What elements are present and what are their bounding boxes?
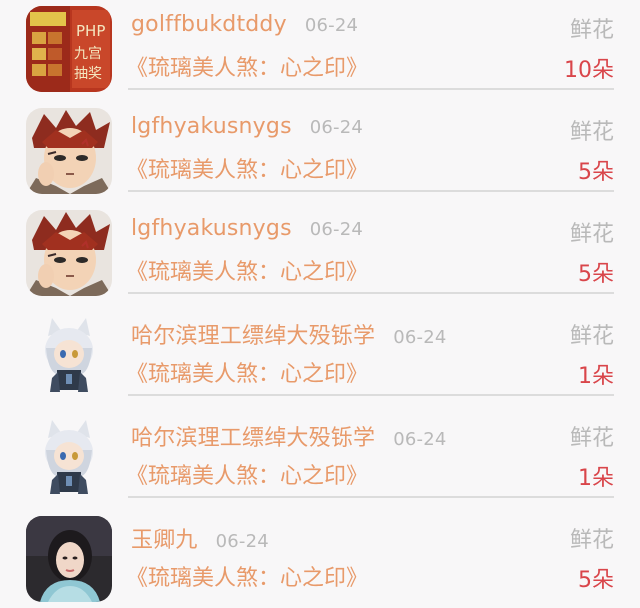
user-name-text[interactable]: 玉卿九 xyxy=(131,528,198,553)
gift-type: 鲜花 xyxy=(569,426,614,451)
gift-count: 5朵 xyxy=(578,262,614,287)
gift-type: 鲜花 xyxy=(569,120,614,145)
user-name[interactable]: 玉卿九 06-24 xyxy=(131,522,269,554)
gift-date: 06-24 xyxy=(309,117,364,138)
gift-count: 5朵 xyxy=(578,568,614,593)
divider xyxy=(128,88,614,90)
php-banner-avatar-icon: PHP 九宫 抽奖 xyxy=(26,6,112,92)
user-name-text[interactable]: lgfhyakusnygs xyxy=(131,216,292,241)
gift-type: 鲜花 xyxy=(569,324,614,349)
gift-count: 5朵 xyxy=(578,160,614,185)
gift-date: 06-24 xyxy=(393,429,447,450)
svg-text:PHP: PHP xyxy=(76,22,105,40)
user-name-text[interactable]: lgfhyakusnygs xyxy=(131,114,292,139)
gift-record-list: PHP 九宫 抽奖 golffbukdtddy 06-24 鲜花 《琉璃美人煞：心… xyxy=(0,0,640,608)
chibi-foxgirl-avatar-icon xyxy=(26,414,112,500)
book-title[interactable]: 《琉璃美人煞：心之印》 xyxy=(126,458,368,490)
list-item[interactable]: lgfhyakusnygs 06-24 鲜花 《琉璃美人煞：心之印》 5朵 xyxy=(0,204,640,306)
user-name-text[interactable]: 哈尔滨理工缥绰大殁铄学 xyxy=(131,426,375,451)
gift-date: 06-24 xyxy=(215,531,269,552)
gift-type: 鲜花 xyxy=(569,222,614,247)
divider xyxy=(128,190,614,192)
book-title[interactable]: 《琉璃美人煞：心之印》 xyxy=(126,152,368,184)
avatar[interactable] xyxy=(26,516,112,602)
gift-date: 06-24 xyxy=(304,15,359,36)
avatar[interactable] xyxy=(26,210,112,296)
gift-type: 鲜花 xyxy=(569,528,614,553)
avatar[interactable] xyxy=(26,108,112,194)
chibi-foxgirl-avatar-icon xyxy=(26,312,112,398)
list-item[interactable]: lgfhyakusnygs 06-24 鲜花 《琉璃美人煞：心之印》 5朵 xyxy=(0,102,640,204)
anime-redhair-avatar-icon xyxy=(26,210,112,296)
avatar[interactable] xyxy=(26,312,112,398)
avatar[interactable] xyxy=(26,414,112,500)
gift-count: 1朵 xyxy=(578,364,614,389)
divider xyxy=(128,394,614,396)
list-item[interactable]: 玉卿九 06-24 鲜花 《琉璃美人煞：心之印》 5朵 xyxy=(0,510,640,608)
list-item[interactable]: 哈尔滨理工缥绰大殁铄学 06-24 鲜花 《琉璃美人煞：心之印》 1朵 xyxy=(0,306,640,408)
user-name-text[interactable]: golffbukdtddy xyxy=(131,12,287,37)
anime-redhair-avatar-icon xyxy=(26,108,112,194)
book-title[interactable]: 《琉璃美人煞：心之印》 xyxy=(126,560,368,592)
avatar[interactable]: PHP 九宫 抽奖 xyxy=(26,6,112,92)
user-name[interactable]: golffbukdtddy 06-24 xyxy=(131,12,358,37)
list-item[interactable]: 哈尔滨理工缥绰大殁铄学 06-24 鲜花 《琉璃美人煞：心之印》 1朵 xyxy=(0,408,640,510)
user-name-text[interactable]: 哈尔滨理工缥绰大殁铄学 xyxy=(131,324,375,349)
user-name[interactable]: lgfhyakusnygs 06-24 xyxy=(131,216,363,241)
list-item[interactable]: PHP 九宫 抽奖 golffbukdtddy 06-24 鲜花 《琉璃美人煞：心… xyxy=(0,0,640,102)
book-title[interactable]: 《琉璃美人煞：心之印》 xyxy=(126,254,368,286)
gift-date: 06-24 xyxy=(309,219,364,240)
gift-date: 06-24 xyxy=(393,327,447,348)
user-name[interactable]: lgfhyakusnygs 06-24 xyxy=(131,114,363,139)
svg-text:九宫: 九宫 xyxy=(74,46,102,62)
divider xyxy=(128,496,614,498)
book-title[interactable]: 《琉璃美人煞：心之印》 xyxy=(126,356,368,388)
gift-type: 鲜花 xyxy=(569,18,614,43)
svg-text:抽奖: 抽奖 xyxy=(74,65,102,82)
user-name[interactable]: 哈尔滨理工缥绰大殁铄学 06-24 xyxy=(131,318,447,350)
gift-count: 10朵 xyxy=(564,58,614,83)
user-name[interactable]: 哈尔滨理工缥绰大殁铄学 06-24 xyxy=(131,420,447,452)
gift-count: 1朵 xyxy=(578,466,614,491)
book-title[interactable]: 《琉璃美人煞：心之印》 xyxy=(126,50,368,82)
divider xyxy=(128,292,614,294)
portrait-woman-avatar-icon xyxy=(26,516,112,602)
